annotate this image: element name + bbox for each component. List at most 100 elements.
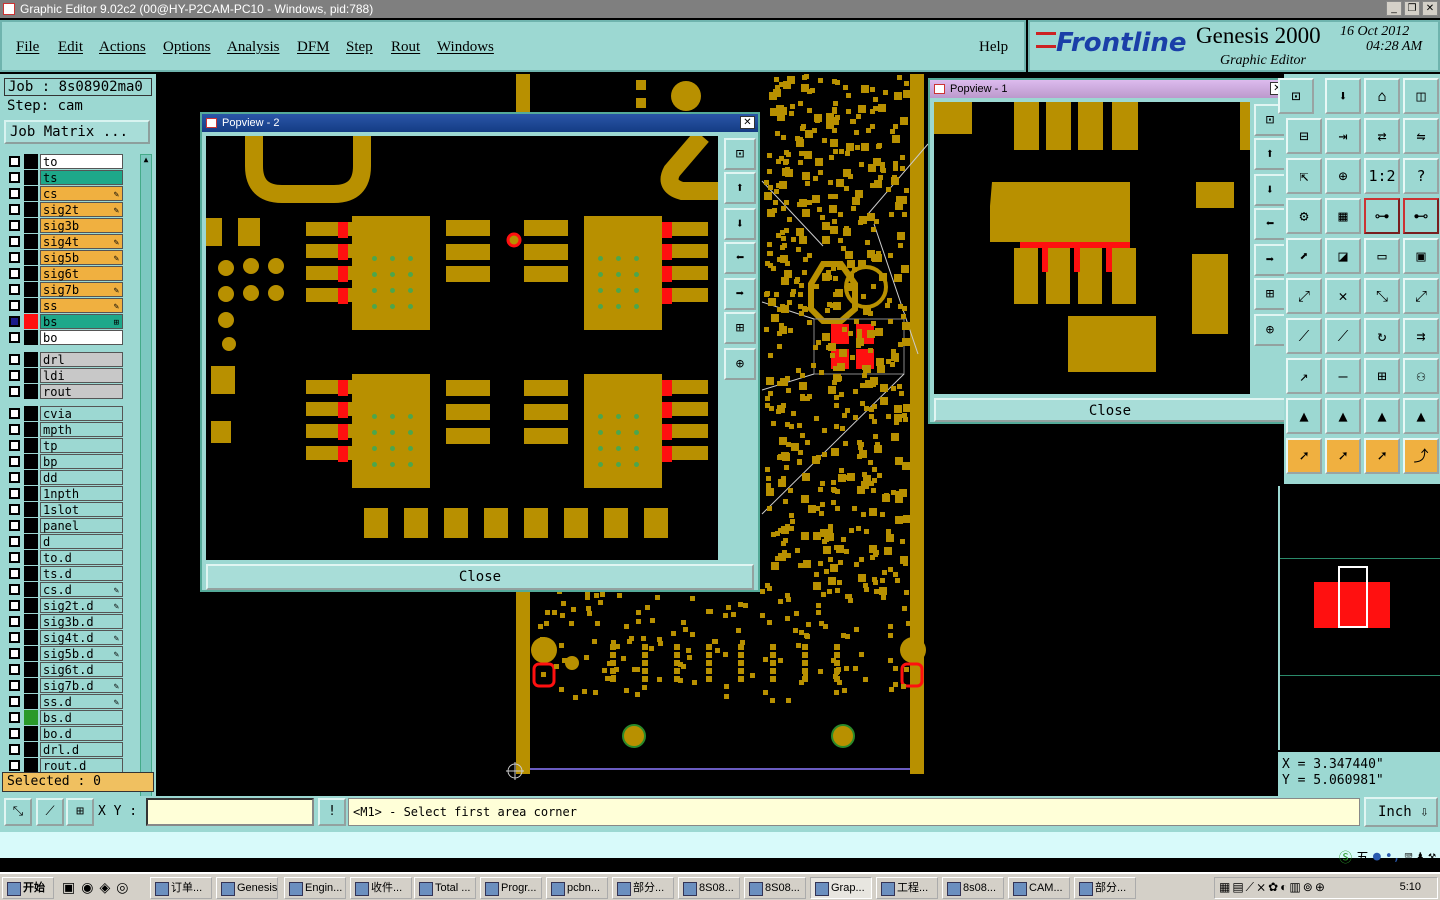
layer-color-swatch[interactable] [24, 422, 38, 437]
layer-row[interactable]: to.d [6, 550, 124, 565]
layer-color-swatch[interactable] [24, 202, 38, 217]
layer-name[interactable]: cs ✎ [40, 186, 123, 201]
layer-color-swatch[interactable] [24, 710, 38, 725]
menu-dfm[interactable]: DFM [297, 39, 330, 56]
layer-color-swatch[interactable] [24, 282, 38, 297]
triangle-alt-icon[interactable]: ▲ [1325, 398, 1361, 434]
layer-display-checkbox[interactable] [9, 204, 20, 215]
layer-name[interactable]: bo [40, 330, 123, 345]
layer-display-checkbox[interactable] [9, 316, 20, 327]
layer-color-swatch[interactable] [24, 502, 38, 517]
layer-color-swatch[interactable] [24, 646, 38, 661]
save-icon[interactable]: ⬇ [1325, 78, 1361, 114]
layer-name[interactable]: sig5b.d ✎ [40, 646, 123, 661]
layer-row[interactable]: drl [6, 352, 124, 367]
layer-list-scrollbar[interactable]: ▲ ▼ [140, 154, 152, 844]
layer-name[interactable]: tp [40, 438, 123, 453]
resize-icon[interactable]: ⇱ [1286, 158, 1322, 194]
taskbar-item[interactable]: 8s08... [942, 877, 1004, 899]
layer-name[interactable]: cvia [40, 406, 123, 421]
layer-name[interactable]: ss ✎ [40, 298, 123, 313]
layer-name[interactable]: 1slot [40, 502, 123, 517]
layer-display-checkbox[interactable] [9, 332, 20, 343]
layer-display-checkbox[interactable] [9, 472, 20, 483]
scroll-up-icon[interactable]: ▲ [141, 155, 151, 165]
ime-punct-icon[interactable]: •, [1385, 849, 1401, 864]
select-alt-icon[interactable]: ➚ [1325, 438, 1361, 474]
layer-name[interactable]: sig3b.d [40, 614, 123, 629]
layer-color-swatch[interactable] [24, 678, 38, 693]
layer-color-swatch[interactable] [24, 406, 38, 421]
layer-display-checkbox[interactable] [9, 236, 20, 247]
group-icon[interactable]: ⚇ [1403, 358, 1439, 394]
layer-name[interactable]: mpth [40, 422, 123, 437]
browser-icon[interactable]: ◉ [81, 879, 93, 896]
job-matrix-button[interactable]: Job Matrix ... [4, 120, 150, 144]
layer-color-swatch[interactable] [24, 486, 38, 501]
layer-display-checkbox[interactable] [9, 408, 20, 419]
layer-row[interactable]: to [6, 154, 124, 169]
link-icon[interactable]: ⤢ [1286, 278, 1322, 314]
layer-display-checkbox[interactable] [9, 456, 20, 467]
layer-color-swatch[interactable] [24, 614, 38, 629]
layer-display-checkbox[interactable] [9, 568, 20, 579]
unit-selector[interactable]: Inch ⇩ [1364, 797, 1438, 827]
pv2-zoom-in-icon[interactable]: ⊞ [724, 312, 756, 344]
close-button[interactable]: ✕ [1422, 1, 1438, 16]
layer-color-swatch[interactable] [24, 186, 38, 201]
layer-display-checkbox[interactable] [9, 220, 20, 231]
minimize-button[interactable]: _ [1386, 1, 1402, 16]
hline-icon[interactable]: — [1325, 358, 1361, 394]
layer-color-swatch[interactable] [24, 438, 38, 453]
layer-name[interactable]: 1npth [40, 486, 123, 501]
layer-row[interactable]: ss ✎ [6, 298, 124, 313]
layer-row[interactable]: drl.d [6, 742, 124, 757]
layer-name[interactable]: rout.d [40, 758, 123, 773]
taskbar-item[interactable]: 收件... [350, 877, 412, 899]
layer-row[interactable]: ldi [6, 368, 124, 383]
menu-rout[interactable]: Rout [391, 39, 420, 56]
maximize-button[interactable]: ❐ [1404, 1, 1420, 16]
measure-icon[interactable]: ⟋ [36, 798, 64, 826]
menu-edit[interactable]: Edit [58, 39, 83, 56]
pv2-pan-left-icon[interactable]: ⬅ [724, 242, 756, 274]
layer-row[interactable]: ts.d [6, 566, 124, 581]
layer-name[interactable]: sig2t.d ✎ [40, 598, 123, 613]
layer-color-swatch[interactable] [24, 330, 38, 345]
layer-color-swatch[interactable] [24, 314, 38, 329]
pv2-pan-down-icon[interactable]: ⬇ [724, 208, 756, 240]
layer-display-checkbox[interactable] [9, 354, 20, 365]
layer-color-swatch[interactable] [24, 534, 38, 549]
pv1-zoom-in-icon[interactable]: ⊞ [1254, 278, 1286, 310]
layer-row[interactable]: bs ⊞ [6, 314, 124, 329]
square-icon[interactable]: ▣ [1403, 238, 1439, 274]
line-alt-icon[interactable]: ⤢ [1403, 278, 1439, 314]
layer-color-swatch[interactable] [24, 250, 38, 265]
layer-color-swatch[interactable] [24, 518, 38, 533]
grid-icon[interactable]: ▦ [1325, 198, 1361, 234]
layer-display-checkbox[interactable] [9, 648, 20, 659]
layer-color-swatch[interactable] [24, 726, 38, 741]
taskbar-item[interactable]: Grap... [810, 877, 872, 899]
layer-row[interactable]: sig7b.d ✎ [6, 678, 124, 693]
snap-icon[interactable]: ⤡ [4, 798, 32, 826]
layer-row[interactable]: 1npth [6, 486, 124, 501]
layer-row[interactable]: bp [6, 454, 124, 469]
layer-display-checkbox[interactable] [9, 520, 20, 531]
ime-user-icon[interactable]: ♟ [1416, 849, 1424, 864]
layer-row[interactable]: sig7b ✎ [6, 282, 124, 297]
layer-display-checkbox[interactable] [9, 712, 20, 723]
edge-alt-icon[interactable]: ⟋ [1325, 318, 1361, 354]
layer-display-checkbox[interactable] [9, 600, 20, 611]
ruler-icon[interactable]: ▭ [1364, 238, 1400, 274]
layer-name[interactable]: sig4t.d ✎ [40, 630, 123, 645]
layer-name[interactable]: sig3b [40, 218, 123, 233]
taskbar-item[interactable]: Engin... [284, 877, 346, 899]
layer-name[interactable]: to [40, 154, 123, 169]
layer-name[interactable]: panel [40, 518, 123, 533]
layer-name[interactable]: sig2t ✎ [40, 202, 123, 217]
layer-color-swatch[interactable] [24, 742, 38, 757]
menu-step[interactable]: Step [346, 39, 373, 56]
menu-actions[interactable]: Actions [99, 39, 146, 56]
xy-input[interactable] [146, 798, 314, 826]
